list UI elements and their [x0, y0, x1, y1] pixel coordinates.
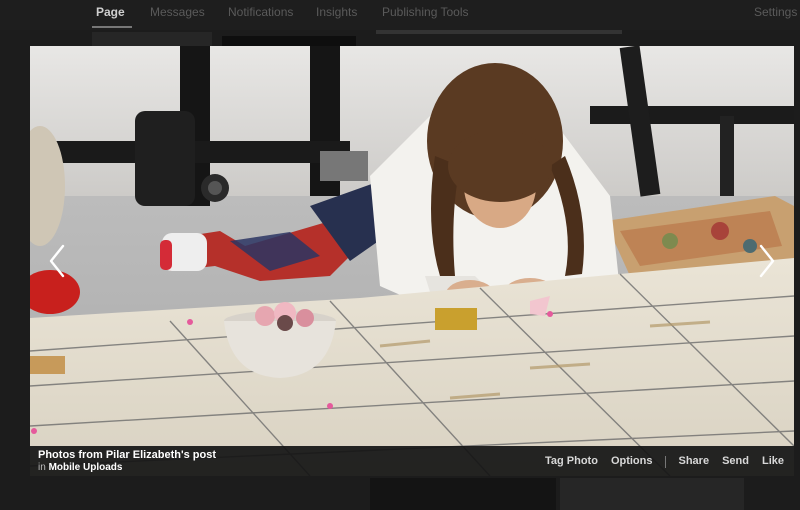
actions-divider — [664, 456, 666, 468]
options-button[interactable]: Options — [611, 455, 653, 468]
tab-messages[interactable]: Messages — [150, 5, 205, 19]
background-panel — [376, 30, 622, 34]
active-tab-indicator — [92, 26, 132, 28]
tab-publishing-tools[interactable]: Publishing Tools — [382, 5, 469, 19]
tab-page[interactable]: Page — [96, 5, 125, 19]
album-line: in Mobile Uploads — [38, 462, 122, 473]
chevron-right-icon — [759, 244, 775, 278]
background-panel — [560, 478, 744, 510]
previous-photo-button[interactable] — [42, 241, 72, 281]
tab-settings[interactable]: Settings — [754, 5, 797, 19]
background-panel — [222, 36, 356, 46]
tab-insights[interactable]: Insights — [316, 5, 357, 19]
photo-image — [30, 46, 794, 476]
next-photo-button[interactable] — [752, 241, 782, 281]
chevron-left-icon — [49, 244, 65, 278]
album-in-label: in — [38, 462, 46, 473]
photo-actions: Tag Photo Options Share Send Like — [532, 455, 784, 468]
tab-notifications[interactable]: Notifications — [228, 5, 293, 19]
photo-viewer[interactable] — [30, 46, 794, 476]
photo-caption-bar: Photos from Pilar Elizabeth's post in Mo… — [30, 446, 794, 476]
send-button[interactable]: Send — [722, 455, 749, 468]
album-link[interactable]: Mobile Uploads — [49, 462, 123, 473]
share-button[interactable]: Share — [679, 455, 710, 468]
page-top-nav: Page Messages Notifications Insights Pub… — [0, 0, 800, 30]
tag-photo-button[interactable]: Tag Photo — [545, 455, 598, 468]
post-title-link[interactable]: Photos from Pilar Elizabeth's post — [38, 449, 216, 461]
like-button[interactable]: Like — [762, 455, 784, 468]
background-panel — [92, 32, 212, 46]
background-panel — [370, 478, 556, 510]
